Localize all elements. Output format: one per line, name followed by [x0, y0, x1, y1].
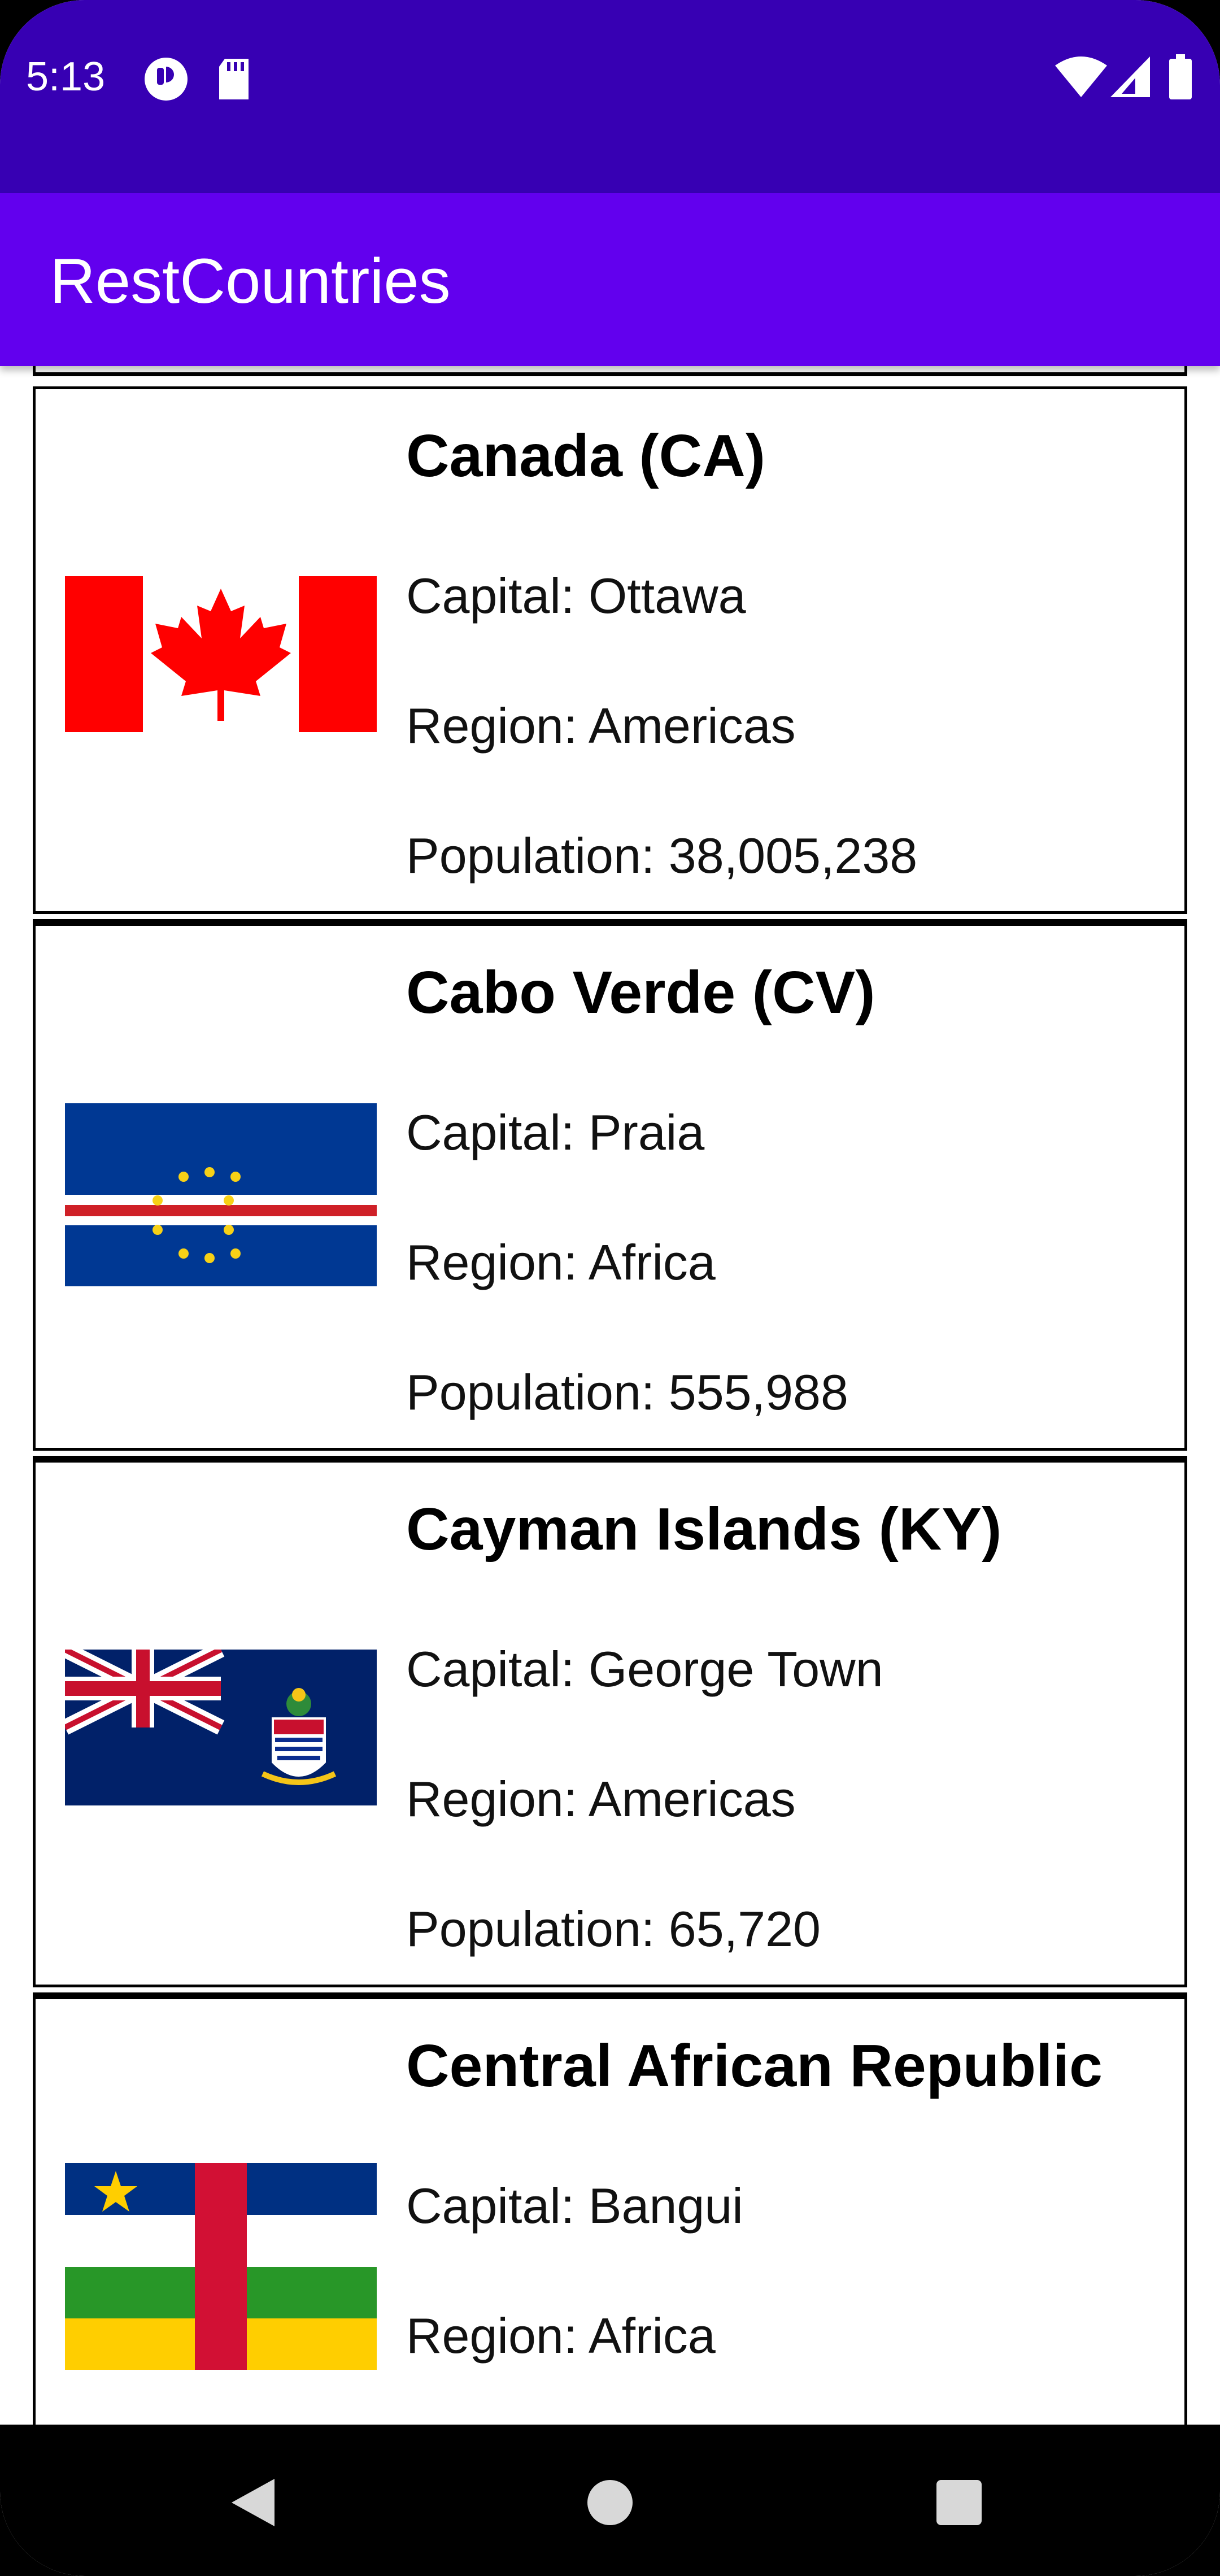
country-region: Region: Americas [406, 698, 796, 754]
country-population: Population: 38,005,238 [406, 828, 918, 884]
cabo-verde-flag [65, 1103, 377, 1286]
status-bar: 5:13 [0, 0, 1220, 193]
country-region: Region: Africa [406, 1234, 716, 1290]
screen: 5:13 RestCountries Canada (CA) Capital: … [0, 0, 1220, 2576]
navigation-bar [0, 2425, 1220, 2576]
country-name: Cabo Verde (CV) [406, 959, 875, 1026]
cayman-islands-flag [65, 1650, 377, 1805]
central-african-republic-flag [65, 2163, 377, 2370]
app-bar: RestCountries [0, 193, 1220, 366]
country-population: Population: 65,720 [406, 1901, 821, 1957]
country-card-cabo-verde[interactable]: Cabo Verde (CV) Capital: Praia Region: A… [33, 923, 1187, 1460]
signal-icon [1110, 56, 1150, 97]
country-capital: Capital: George Town [406, 1641, 883, 1697]
country-list[interactable]: Canada (CA) Capital: Ottawa Region: Amer… [0, 366, 1220, 2425]
home-icon[interactable] [587, 2480, 633, 2525]
status-time: 5:13 [26, 54, 106, 99]
country-region: Region: Africa [406, 2308, 716, 2364]
notification-app-icon [145, 58, 188, 101]
country-capital: Capital: Bangui [406, 2178, 743, 2234]
battery-icon [1169, 54, 1192, 99]
country-card-canada[interactable]: Canada (CA) Capital: Ottawa Region: Amer… [33, 386, 1187, 924]
sd-card-icon [219, 59, 249, 99]
country-card-cayman-islands[interactable]: Cayman Islands (KY) Capital: George Town… [33, 1460, 1187, 1997]
app-title: RestCountries [50, 246, 451, 316]
country-card-central-african-republic[interactable]: Central African Republic Capital: Bangui… [33, 1996, 1187, 2425]
country-capital: Capital: Ottawa [406, 568, 746, 624]
country-name: Central African Republic [406, 2033, 1103, 2099]
recents-icon[interactable] [936, 2480, 982, 2525]
country-population: Population: 555,988 [406, 1364, 848, 1420]
country-capital: Capital: Praia [406, 1104, 705, 1160]
country-name: Canada (CA) [406, 423, 766, 489]
wifi-icon [1055, 56, 1107, 97]
country-name: Cayman Islands (KY) [406, 1496, 1002, 1563]
country-region: Region: Americas [406, 1771, 796, 1827]
canada-flag [65, 576, 377, 732]
previous-card-edge [33, 366, 1187, 376]
back-icon[interactable] [232, 2479, 274, 2526]
